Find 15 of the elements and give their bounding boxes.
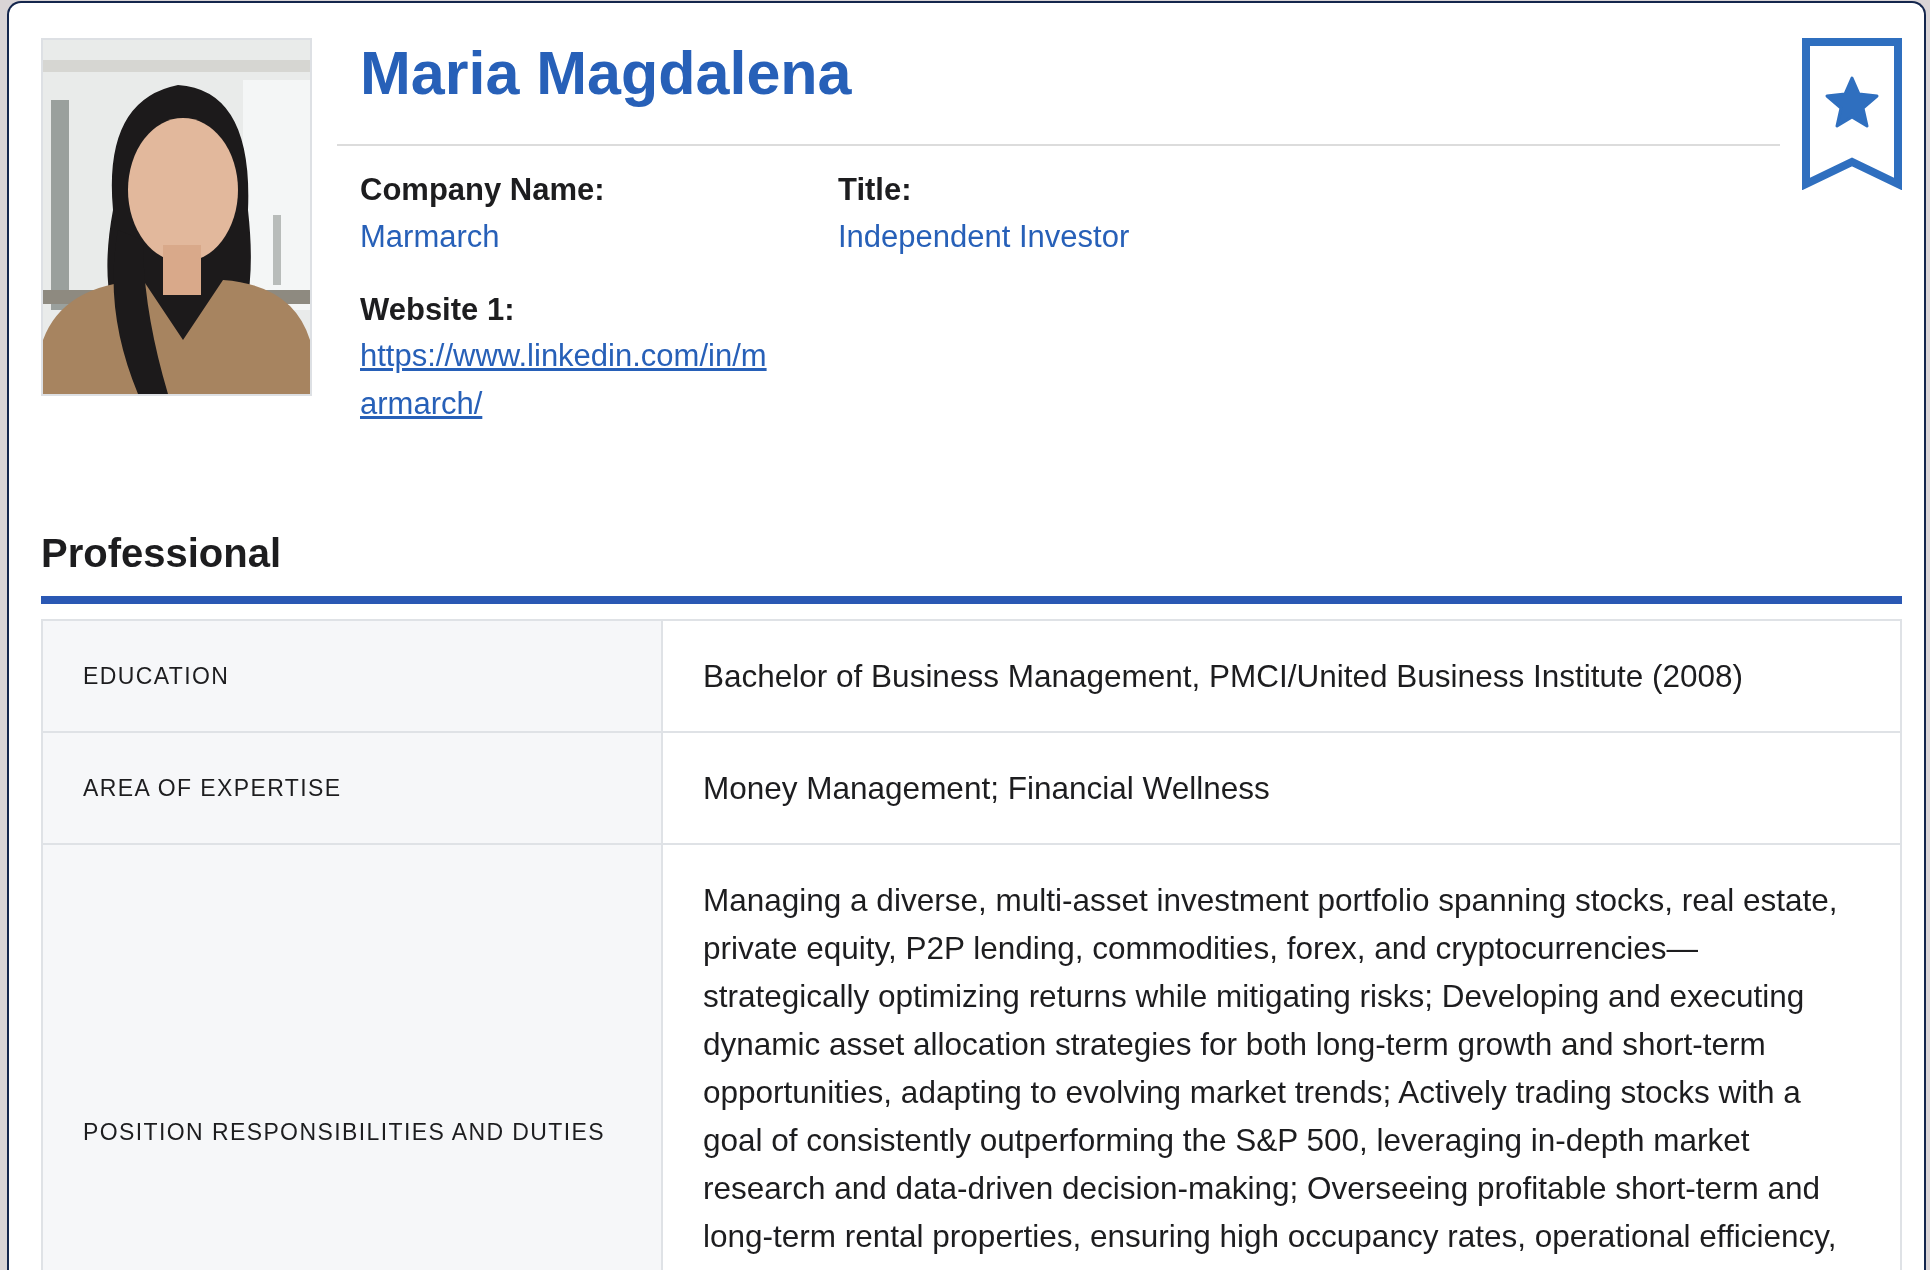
row-value: Money Management; Financial Wellness xyxy=(703,769,1270,808)
row-label: POSITION RESPONSIBILITIES AND DUTIES xyxy=(83,1119,605,1146)
field-label: Website 1: xyxy=(360,291,515,329)
person-name: Maria Magdalena xyxy=(360,38,852,108)
row-value: Bachelor of Business Management, PMCI/United Business Institute (2008) xyxy=(703,657,1744,696)
row-value: Managing a diverse, multi-asset investment portfolio spanning stocks, real estate, private equity, P2P lending, commodities, forex, and cryptocurrencies—strategically optimizing returns while mitigating risks; Developing and executing dynamic asset allocation strategies for both long-term growth and short-term opportunities, adapting to evolving market trends; Actively trading stocks with a goal of consistently outperforming the S&P 500, leveraging in-depth market research and data-driven decision-making; Overseeing profitable short-term and long-term rental properties, ensuring high occupancy rates, operational efficiency, xyxy=(703,881,1839,1256)
section-heading: Professional xyxy=(41,530,282,577)
field-value: Marmarch xyxy=(360,218,500,256)
field-label: Title: xyxy=(838,171,912,209)
row-label: EDUCATION xyxy=(83,662,230,690)
field-label: Company Name: xyxy=(360,171,605,209)
website-link[interactable]: https://www.linkedin.com/in/marmarch/ xyxy=(360,332,780,428)
field-value: Independent Investor xyxy=(838,218,1130,256)
bookmark-star-icon[interactable] xyxy=(1802,38,1902,190)
row-label: AREA OF EXPERTISE xyxy=(83,774,342,802)
